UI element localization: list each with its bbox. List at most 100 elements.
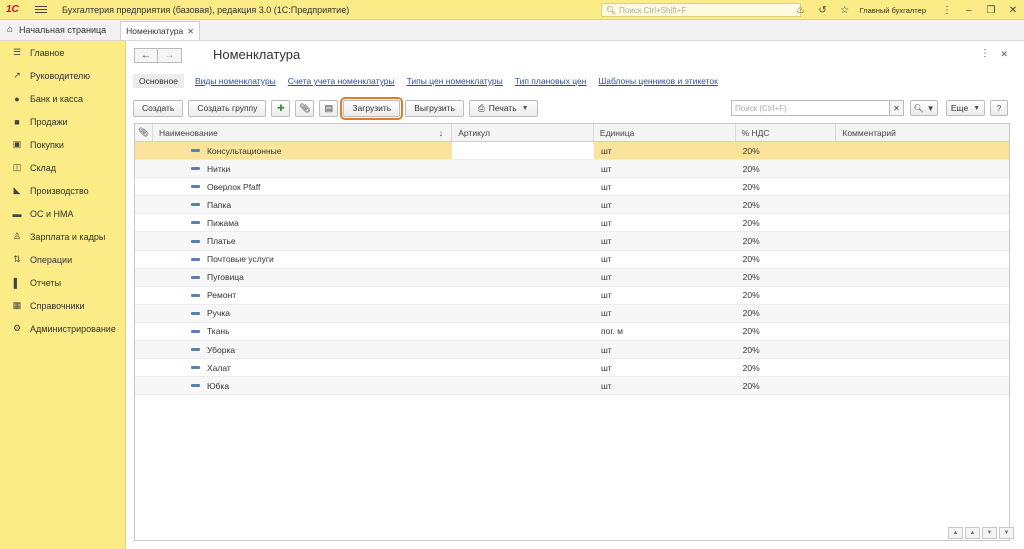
table-row[interactable]: Ручка шт 20% — [135, 304, 1009, 323]
global-search-input[interactable]: 🔍︎ Поиск Ctrl+Shift+F — [601, 3, 801, 17]
sidebar-item-admin[interactable]: ⚙︎ Администрирование — [0, 317, 125, 340]
create-group-button[interactable]: Создать группу — [188, 99, 267, 117]
table-row[interactable]: Пижама шт 20% — [135, 214, 1009, 233]
tab-nomenclature[interactable]: Номенклатура ✕ — [120, 21, 200, 40]
sidebar-item-main[interactable]: ☰ Главное — [0, 41, 125, 64]
column-header-vat[interactable]: % НДС — [736, 124, 837, 141]
item-icon — [190, 185, 200, 189]
print-label: Печать — [488, 103, 517, 113]
next-page-icon[interactable]: ▼ — [982, 527, 997, 539]
nav-buttons: ← → — [134, 48, 182, 63]
tab-home[interactable]: ⌂ Начальная страница — [0, 19, 118, 40]
table-row[interactable]: Пуговица шт 20% — [135, 268, 1009, 287]
first-page-icon[interactable]: ▲ — [948, 527, 963, 539]
table-row[interactable]: Почтовые услуги шт 20% — [135, 251, 1009, 269]
column-header-unit[interactable]: Единица — [594, 124, 736, 141]
help-button[interactable]: ? — [990, 100, 1008, 116]
print-button[interactable]: ⎙ Печать ▼ — [468, 99, 538, 117]
sidebar-item-operations[interactable]: ⇅ Операции — [0, 248, 125, 271]
attachment-column-icon[interactable]: 📎︎ — [135, 124, 153, 141]
link-planned-price-type[interactable]: Тип плановых цен — [515, 76, 587, 86]
cell-unit: шт — [600, 308, 612, 319]
table-row[interactable]: Халат шт 20% — [135, 359, 1009, 378]
sidebar-item-reports[interactable]: ▌ Отчеты — [0, 271, 125, 294]
cell-article — [452, 323, 594, 340]
person-icon: ♙ — [12, 231, 22, 241]
top-icons: ♨ ↺ ☆ Главный бухгалтер ⋮ – ❐ ✕ — [790, 0, 1024, 20]
search-options-button[interactable]: 🔍︎ ▼ — [910, 100, 938, 116]
column-header-name[interactable]: Наименование ↓ — [153, 124, 453, 141]
maximize-icon[interactable]: ❐ — [980, 5, 1002, 16]
table-row[interactable]: Консультационные шт 20% — [135, 142, 1009, 161]
item-icon — [190, 221, 200, 225]
list-search-input[interactable]: Поиск (Ctrl+F) — [731, 100, 891, 116]
sidebar-item-purchases[interactable]: ▣ Покупки — [0, 133, 125, 156]
bell-icon[interactable]: ♨ — [790, 5, 812, 16]
column-header-comment[interactable]: Комментарий — [836, 124, 1009, 141]
main-menu-icon[interactable] — [32, 3, 50, 17]
barcode-button[interactable]: ▤ — [319, 99, 339, 117]
more-icon[interactable]: ⋮ — [936, 5, 958, 16]
attachment-cell — [135, 178, 153, 195]
table-row[interactable]: Оверлок Pfaff шт 20% — [135, 178, 1009, 197]
table-row[interactable]: Нитки шт 20% — [135, 160, 1009, 179]
attachment-cell — [135, 232, 153, 249]
cell-comment — [836, 178, 1009, 195]
sidebar-item-salary[interactable]: ♙ Зарплата и кадры — [0, 225, 125, 248]
cell-vat: 20% — [742, 272, 760, 283]
cell-unit: шт — [600, 290, 612, 301]
column-header-article[interactable]: Артикул — [452, 124, 594, 141]
attachment-cell — [135, 305, 153, 322]
tab-close-icon[interactable]: ✕ — [187, 27, 194, 36]
history-icon[interactable]: ↺ — [812, 5, 834, 16]
load-button[interactable]: Загрузить — [340, 96, 404, 120]
cell-comment — [836, 287, 1009, 304]
attachment-cell — [135, 251, 153, 268]
back-button[interactable]: ← — [134, 48, 158, 63]
copy-button[interactable]: ✚ — [271, 99, 291, 117]
close-icon[interactable]: ✕ — [1002, 5, 1024, 16]
table-row[interactable]: Ремонт шт 20% — [135, 287, 1009, 305]
table-row[interactable]: Платье шт 20% — [135, 232, 1009, 251]
forward-button[interactable]: → — [158, 48, 182, 63]
create-button[interactable]: Создать — [133, 99, 184, 117]
table-row[interactable]: Папка шт 20% — [135, 196, 1009, 215]
link-label-templates[interactable]: Шаблоны ценников и этикеток — [598, 76, 717, 86]
sidebar-item-manager[interactable]: ↗ Руководителю — [0, 64, 125, 87]
table-row[interactable]: Ткань пог. м 20% — [135, 323, 1009, 342]
sidebar-item-production[interactable]: ◣ Производство — [0, 179, 125, 202]
cell-article — [452, 178, 594, 195]
user-name[interactable]: Главный бухгалтер — [860, 6, 926, 15]
chevron-down-icon: ▼ — [926, 103, 935, 113]
table-row[interactable]: Уборка шт 20% — [135, 341, 1009, 360]
link-price-types[interactable]: Типы цен номенклатуры — [407, 76, 503, 86]
cell-unit: шт — [600, 362, 612, 373]
link-accounting-accounts[interactable]: Счета учета номенклатуры — [288, 76, 395, 86]
more-button[interactable]: Еще ▼ — [946, 100, 985, 116]
cart-icon: ▣ — [12, 139, 22, 149]
attach-button[interactable]: 📎︎ — [295, 99, 315, 117]
table-row[interactable]: Юбка шт 20% — [135, 377, 1009, 396]
minimize-icon[interactable]: – — [958, 5, 980, 16]
sidebar-item-bank[interactable]: ● Банк и касса — [0, 87, 125, 110]
item-icon — [190, 149, 200, 153]
last-page-icon[interactable]: ▼ — [999, 527, 1014, 539]
star-icon[interactable]: ☆ — [834, 5, 856, 16]
link-nomenclature-types[interactable]: Виды номенклатуры — [195, 76, 276, 86]
form-close-icon[interactable]: ✕ — [1000, 49, 1008, 60]
clear-search-button[interactable]: ✕ — [889, 100, 904, 116]
sidebar-item-directories[interactable]: ▦ Справочники — [0, 294, 125, 317]
tab-nomenclature-label: Номенклатура — [126, 26, 184, 36]
unload-button[interactable]: Выгрузить — [405, 99, 464, 117]
item-icon — [190, 311, 200, 315]
cell-unit: шт — [600, 145, 612, 156]
sidebar-item-sales[interactable]: ■ Продажи — [0, 110, 125, 133]
cell-unit: шт — [600, 181, 612, 192]
form-more-icon[interactable]: ⋮ — [980, 48, 990, 59]
prev-page-icon[interactable]: ▲ — [965, 527, 980, 539]
attachment-cell — [135, 160, 153, 177]
link-main[interactable]: Основное — [133, 74, 184, 88]
sidebar-item-warehouse[interactable]: ◫ Склад — [0, 156, 125, 179]
item-name: Оверлок Pfaff — [206, 181, 261, 192]
sidebar-item-assets[interactable]: ▬ ОС и НМА — [0, 202, 125, 225]
